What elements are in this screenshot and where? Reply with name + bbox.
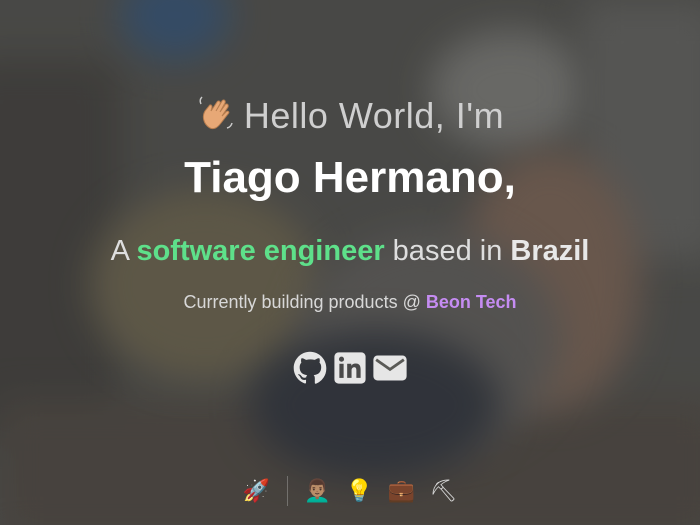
avatar-icon[interactable]: 👨🏽‍🦱 xyxy=(304,477,332,505)
role-middle: based in xyxy=(384,235,511,267)
linkedin-icon[interactable] xyxy=(332,350,368,386)
role-country: Brazil xyxy=(510,235,590,267)
hammer-icon[interactable]: ⛏ xyxy=(430,477,458,505)
social-links xyxy=(0,350,700,386)
greeting-text: Hello World, I'm xyxy=(243,95,505,136)
bottom-dock: 🚀 👨🏽‍🦱 💡 💼 ⛏ xyxy=(0,476,700,506)
greeting: Hello World, I'm xyxy=(0,94,700,137)
role-line: A software engineer based in Brazil xyxy=(0,235,700,268)
waving-hand-icon xyxy=(199,96,233,130)
role-prefix: A xyxy=(110,235,137,267)
person-name: Tiago Hermano, xyxy=(184,153,516,202)
current-work-line: Currently building products @ Beon Tech xyxy=(0,292,700,313)
rocket-icon[interactable]: 🚀 xyxy=(243,477,271,505)
role-highlight: software engineer xyxy=(136,235,385,267)
current-prefix: Currently building products @ xyxy=(183,292,426,312)
mail-icon[interactable] xyxy=(372,350,408,386)
dock-separator xyxy=(286,476,288,506)
company-link[interactable]: Beon Tech xyxy=(426,292,517,312)
briefcase-icon[interactable]: 💼 xyxy=(388,477,416,505)
lightbulb-icon[interactable]: 💡 xyxy=(346,477,374,505)
hero: Hello World, I'm Tiago Hermano, A softwa… xyxy=(0,0,700,525)
github-icon[interactable] xyxy=(292,350,328,386)
